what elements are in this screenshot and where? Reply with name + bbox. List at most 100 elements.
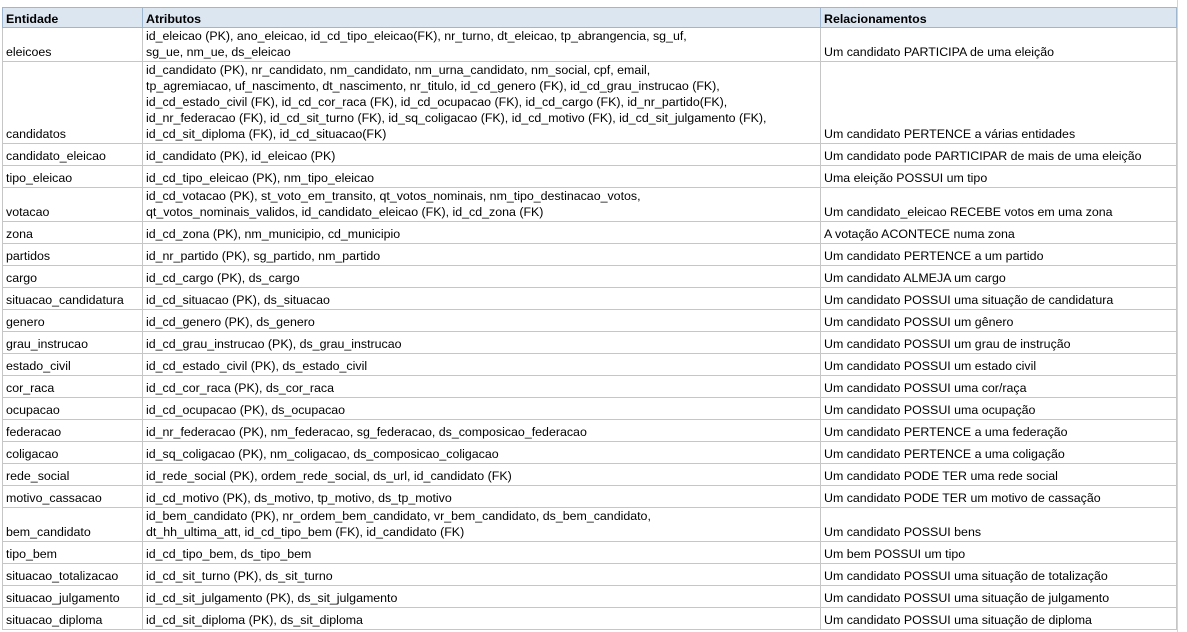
attributes-cell[interactable]: id_cd_cor_raca (PK), ds_cor_raca (142, 375, 821, 398)
table-header: Entidade Atributos Relacionamentos (2, 7, 1177, 28)
attributes-line: id_sq_coligacao (PK), nm_coligacao, ds_c… (146, 447, 499, 461)
header-cell-relacionamentos[interactable]: Relacionamentos (820, 7, 1177, 28)
relationship-cell[interactable]: Um candidato POSSUI uma situação de dipl… (820, 607, 1177, 630)
relationship-cell[interactable]: Um candidato PODE TER um motivo de cassa… (820, 485, 1177, 508)
entity-cell[interactable]: cargo (2, 265, 143, 288)
attributes-line: id_cd_grau_instrucao (PK), ds_grau_instr… (146, 337, 402, 351)
entity-cell[interactable]: candidato_eleicao (2, 143, 143, 166)
attributes-line: id_bem_candidato (PK), nr_ordem_bem_cand… (146, 509, 651, 523)
attributes-cell[interactable]: id_nr_partido (PK), sg_partido, nm_parti… (142, 243, 821, 266)
attributes-line: id_nr_federacao (FK), id_cd_sit_turno (F… (146, 111, 767, 125)
attributes-cell[interactable]: id_cd_genero (PK), ds_genero (142, 309, 821, 332)
relationship-cell[interactable]: Um candidato POSSUI uma situação de cand… (820, 287, 1177, 310)
entity-cell[interactable]: bem_candidato (2, 507, 143, 542)
relationship-cell[interactable]: Um candidato PERTENCE a várias entidades (820, 61, 1177, 144)
entity-cell[interactable]: grau_instrucao (2, 331, 143, 354)
relationship-cell[interactable]: A votação ACONTECE numa zona (820, 221, 1177, 244)
relationship-cell[interactable]: Um candidato PARTICIPA de uma eleição (820, 27, 1177, 62)
entity-cell[interactable]: genero (2, 309, 143, 332)
relationship-cell[interactable]: Um bem POSSUI um tipo (820, 541, 1177, 564)
entity-cell[interactable]: estado_civil (2, 353, 143, 376)
relationship-cell[interactable]: Um candidato POSSUI uma situação de julg… (820, 585, 1177, 608)
attributes-cell[interactable]: id_cd_grau_instrucao (PK), ds_grau_instr… (142, 331, 821, 354)
entity-cell[interactable]: cor_raca (2, 375, 143, 398)
table-row: grau_instrucao id_cd_grau_instrucao (PK),… (2, 331, 1177, 354)
attributes-line: id_cd_estado_civil (PK), ds_estado_civil (146, 359, 368, 373)
entity-cell[interactable]: rede_social (2, 463, 143, 486)
relationship-cell[interactable]: Um candidato_eleicao RECEBE votos em uma… (820, 187, 1177, 222)
sheet-right-gridline (1177, 0, 1178, 632)
attributes-cell[interactable]: id_candidato (PK), id_eleicao (PK) (142, 143, 821, 166)
entity-cell[interactable]: tipo_eleicao (2, 165, 143, 188)
entity-cell[interactable]: votacao (2, 187, 143, 222)
attributes-cell[interactable]: id_cd_tipo_bem, ds_tipo_bem (142, 541, 821, 564)
table-row: cor_raca id_cd_cor_raca (PK), ds_cor_raca… (2, 375, 1177, 398)
attributes-cell[interactable]: id_sq_coligacao (PK), nm_coligacao, ds_c… (142, 441, 821, 464)
attributes-cell[interactable]: id_cd_ocupacao (PK), ds_ocupacao (142, 397, 821, 420)
table-row: partidos id_nr_partido (PK), sg_partido, … (2, 243, 1177, 266)
entity-cell[interactable]: tipo_bem (2, 541, 143, 564)
attributes-cell[interactable]: id_cd_tipo_eleicao (PK), nm_tipo_eleicao (142, 165, 821, 188)
relationship-cell[interactable]: Um candidato PERTENCE a uma coligação (820, 441, 1177, 464)
attributes-cell[interactable]: id_cd_estado_civil (PK), ds_estado_civil (142, 353, 821, 376)
entity-cell[interactable]: situacao_totalizacao (2, 563, 143, 586)
attributes-cell[interactable]: id_candidato (PK), nr_candidato, nm_cand… (142, 61, 821, 144)
entity-cell[interactable]: candidatos (2, 61, 143, 144)
table-row: cargo id_cd_cargo (PK), ds_cargo Um candid… (2, 265, 1177, 288)
table-row: bem_candidato id_bem_candidato (PK), nr_o… (2, 507, 1177, 542)
attributes-cell[interactable]: id_cd_zona (PK), nm_municipio, cd_munici… (142, 221, 821, 244)
relationship-cell[interactable]: Um candidato POSSUI um grau de instrução (820, 331, 1177, 354)
relationship-cell[interactable]: Um candidato pode PARTICIPAR de mais de … (820, 143, 1177, 166)
table-row: votacao id_cd_votacao (PK), st_voto_em_tr… (2, 187, 1177, 222)
attributes-cell[interactable]: id_bem_candidato (PK), nr_ordem_bem_cand… (142, 507, 821, 542)
attributes-line: id_cd_genero (PK), ds_genero (146, 315, 315, 329)
table-row: situacao_candidatura id_cd_situacao (PK),… (2, 287, 1177, 310)
attributes-line: id_cd_zona (PK), nm_municipio, cd_munici… (146, 227, 401, 241)
attributes-cell[interactable]: id_eleicao (PK), ano_eleicao, id_cd_tipo… (142, 27, 821, 62)
relationship-cell[interactable]: Uma eleição POSSUI um tipo (820, 165, 1177, 188)
attributes-cell[interactable]: id_nr_federacao (PK), nm_federacao, sg_f… (142, 419, 821, 442)
entity-table: Entidade Atributos Relacionamentos eleic… (2, 7, 1177, 630)
entity-cell[interactable]: situacao_diploma (2, 607, 143, 630)
attributes-cell[interactable]: id_cd_sit_diploma (PK), ds_sit_diploma (142, 607, 821, 630)
entity-cell[interactable]: coligacao (2, 441, 143, 464)
table-row: estado_civil id_cd_estado_civil (PK), ds_… (2, 353, 1177, 376)
attributes-line: id_cd_ocupacao (PK), ds_ocupacao (146, 403, 346, 417)
attributes-cell[interactable]: id_cd_motivo (PK), ds_motivo, tp_motivo,… (142, 485, 821, 508)
entity-cell[interactable]: motivo_cassacao (2, 485, 143, 508)
entity-cell[interactable]: ocupacao (2, 397, 143, 420)
attributes-line: id_cd_votacao (PK), st_voto_em_transito,… (146, 189, 641, 203)
attributes-line: id_cd_sit_turno (PK), ds_sit_turno (146, 569, 333, 583)
header-cell-atributos[interactable]: Atributos (142, 7, 821, 28)
relationship-cell[interactable]: Um candidato POSSUI um estado civil (820, 353, 1177, 376)
attributes-cell[interactable]: id_cd_votacao (PK), st_voto_em_transito,… (142, 187, 821, 222)
relationship-cell[interactable]: Um candidato PERTENCE a um partido (820, 243, 1177, 266)
attributes-cell[interactable]: id_cd_sit_turno (PK), ds_sit_turno (142, 563, 821, 586)
table-row: eleicoes id_eleicao (PK), ano_eleicao, id… (2, 27, 1177, 62)
attributes-line: id_cd_situacao (PK), ds_situacao (146, 293, 330, 307)
attributes-line: id_cd_motivo (PK), ds_motivo, tp_motivo,… (146, 491, 452, 505)
attributes-cell[interactable]: id_cd_situacao (PK), ds_situacao (142, 287, 821, 310)
attributes-line: tp_agremiacao, uf_nascimento, dt_nascime… (146, 79, 720, 93)
attributes-cell[interactable]: id_cd_sit_julgamento (PK), ds_sit_julgam… (142, 585, 821, 608)
relationship-cell[interactable]: Um candidato POSSUI bens (820, 507, 1177, 542)
relationship-cell[interactable]: Um candidato POSSUI um gênero (820, 309, 1177, 332)
relationship-cell[interactable]: Um candidato ALMEJA um cargo (820, 265, 1177, 288)
relationship-cell[interactable]: Um candidato PODE TER uma rede social (820, 463, 1177, 486)
table-body: eleicoes id_eleicao (PK), ano_eleicao, id… (2, 27, 1177, 630)
attributes-cell[interactable]: id_rede_social (PK), ordem_rede_social, … (142, 463, 821, 486)
entity-cell[interactable]: federacao (2, 419, 143, 442)
attributes-cell[interactable]: id_cd_cargo (PK), ds_cargo (142, 265, 821, 288)
relationship-cell[interactable]: Um candidato POSSUI uma cor/raça (820, 375, 1177, 398)
entity-cell[interactable]: zona (2, 221, 143, 244)
entity-cell[interactable]: situacao_candidatura (2, 287, 143, 310)
entity-cell[interactable]: partidos (2, 243, 143, 266)
entity-cell[interactable]: eleicoes (2, 27, 143, 62)
entity-cell[interactable]: situacao_julgamento (2, 585, 143, 608)
attributes-line: id_cd_tipo_bem, ds_tipo_bem (146, 547, 312, 561)
table-row: candidatos id_candidato (PK), nr_candidat… (2, 61, 1177, 144)
relationship-cell[interactable]: Um candidato POSSUI uma ocupação (820, 397, 1177, 420)
header-cell-entidade[interactable]: Entidade (2, 7, 143, 28)
relationship-cell[interactable]: Um candidato POSSUI uma situação de tota… (820, 563, 1177, 586)
relationship-cell[interactable]: Um candidato PERTENCE a uma federação (820, 419, 1177, 442)
